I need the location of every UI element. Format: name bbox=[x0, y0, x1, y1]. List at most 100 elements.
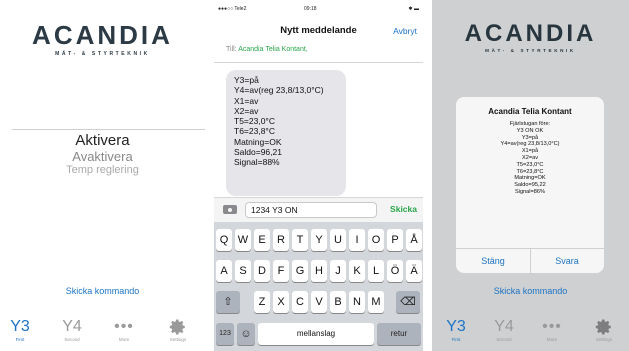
message-input[interactable]: 1234 Y3 ON bbox=[245, 202, 377, 218]
key-h[interactable]: H bbox=[311, 260, 327, 282]
key-k[interactable]: K bbox=[349, 260, 365, 282]
key-j[interactable]: J bbox=[330, 260, 346, 282]
gear-icon bbox=[595, 319, 611, 335]
more-dots-icon: ••• bbox=[114, 318, 134, 335]
tab-second[interactable]: Y4 Second bbox=[484, 318, 524, 344]
key-a-ring[interactable]: Å bbox=[406, 229, 422, 251]
bubble-line: X1=av bbox=[234, 95, 259, 106]
deactivate-button[interactable]: Avaktivera bbox=[0, 149, 205, 164]
tab-more[interactable]: ••• More bbox=[532, 318, 572, 344]
key-m[interactable]: M bbox=[368, 291, 384, 313]
sms-alert-dialog: Acandia Telia Kontant Fjärlstugan före: … bbox=[456, 97, 604, 273]
dialog-line: X1=på bbox=[521, 148, 539, 155]
tab-bar: Y3 First Y4 Second ••• More Settings bbox=[432, 318, 629, 351]
key-q[interactable]: Q bbox=[216, 229, 232, 251]
delete-key[interactable]: ⌫ bbox=[396, 291, 420, 313]
to-label: Till: bbox=[226, 46, 237, 53]
tab-second-title: Y4 bbox=[494, 318, 514, 335]
key-o-umlaut[interactable]: Ö bbox=[387, 260, 403, 282]
shift-key[interactable]: ⇧ bbox=[216, 291, 240, 313]
key-e[interactable]: E bbox=[254, 229, 270, 251]
divider bbox=[214, 62, 423, 63]
activate-button[interactable]: Aktivera bbox=[0, 132, 205, 149]
tab-second-title: Y4 bbox=[62, 318, 82, 335]
message-bubble: Y3=på Y4=av(reg 23,8/13,0°C) X1=av X2=av… bbox=[226, 70, 346, 196]
key-b[interactable]: B bbox=[330, 291, 346, 313]
key-u[interactable]: U bbox=[330, 229, 346, 251]
recipient-field[interactable]: Till: Acandia Telia Kontant, bbox=[226, 46, 308, 53]
key-c[interactable]: C bbox=[292, 291, 308, 313]
tab-more[interactable]: ••• More bbox=[104, 318, 144, 344]
tab-settings[interactable]: Settings bbox=[584, 318, 624, 344]
app-main-screen: ACANDIA MÄT- & STYRTEKNIK Aktivera Avakt… bbox=[0, 0, 205, 351]
key-i[interactable]: I bbox=[349, 229, 365, 251]
dialog-line: Matning=OK bbox=[514, 175, 546, 182]
key-r[interactable]: R bbox=[273, 229, 289, 251]
tab-first[interactable]: Y3 First bbox=[0, 318, 40, 344]
dialog-line: Y3 ON OK bbox=[516, 127, 544, 134]
logo-sub-text: MÄT- & STYRTEKNIK bbox=[485, 48, 576, 53]
bubble-line: Matning=OK bbox=[234, 136, 282, 147]
key-a[interactable]: A bbox=[216, 260, 232, 282]
send-command-link[interactable]: Skicka kommando bbox=[0, 286, 205, 296]
bubble-line: Saldo=96,21 bbox=[234, 147, 282, 158]
key-w[interactable]: W bbox=[235, 229, 251, 251]
status-time: 09:18 bbox=[304, 6, 317, 12]
close-button[interactable]: Stäng bbox=[456, 249, 530, 273]
bubble-line: Y4=av(reg 23,8/13,0°C) bbox=[234, 85, 324, 96]
bubble-line: T5=23,0°C bbox=[234, 116, 275, 127]
numbers-key[interactable]: 123 bbox=[216, 323, 234, 345]
tab-first-label: First bbox=[15, 337, 25, 342]
key-v[interactable]: V bbox=[311, 291, 327, 313]
bubble-line: Signal=88% bbox=[234, 157, 280, 168]
key-p[interactable]: P bbox=[387, 229, 403, 251]
status-carrier: ●●●○○ Tele2 bbox=[218, 6, 247, 12]
bubble-line: T6=23,8°C bbox=[234, 126, 275, 137]
emoji-icon[interactable]: ☺ bbox=[237, 323, 255, 345]
cancel-button[interactable]: Avbryt bbox=[393, 26, 417, 36]
tab-more-label: More bbox=[546, 337, 558, 342]
key-o[interactable]: O bbox=[368, 229, 384, 251]
dialog-message: Fjärlstugan före: Y3 ON OK Y3=på Y4=av(r… bbox=[456, 121, 604, 196]
dialog-line: Signal=86% bbox=[514, 188, 545, 195]
temp-regulation-button[interactable]: Temp reglering bbox=[0, 164, 205, 176]
space-key[interactable]: mellanslag bbox=[258, 323, 374, 345]
acandia-logo: ACANDIA MÄT- & STYRTEKNIK bbox=[0, 20, 205, 57]
tab-more-label: More bbox=[118, 337, 130, 342]
message-composer: 1234 Y3 ON Skicka bbox=[214, 197, 423, 222]
logo-main-text: ACANDIA bbox=[464, 20, 597, 47]
tab-settings[interactable]: Settings bbox=[158, 318, 198, 344]
dialog-title: Acandia Telia Kontant bbox=[488, 107, 572, 116]
more-dots-icon: ••• bbox=[542, 318, 562, 335]
camera-icon[interactable] bbox=[223, 203, 237, 214]
status-battery: ✱ ▬ bbox=[408, 6, 419, 12]
key-x[interactable]: X bbox=[273, 291, 289, 313]
key-l[interactable]: L bbox=[368, 260, 384, 282]
dialog-buttons: Stäng Svara bbox=[456, 248, 604, 273]
keyboard: Q W E R T Y U I O P Å A S D F G H J K L … bbox=[214, 222, 423, 351]
tab-second-label: Second bbox=[64, 337, 80, 342]
send-button[interactable]: Skicka bbox=[390, 204, 417, 214]
tab-second[interactable]: Y4 Second bbox=[52, 318, 92, 344]
send-command-link[interactable]: Skicka kommando bbox=[432, 286, 629, 296]
dialog-line: X2=av bbox=[521, 154, 539, 161]
tab-first-title: Y3 bbox=[446, 318, 466, 335]
return-key[interactable]: retur bbox=[377, 323, 421, 345]
nav-bar: Nytt meddelande Avbryt bbox=[214, 20, 423, 42]
key-a-umlaut[interactable]: Ä bbox=[406, 260, 422, 282]
key-g[interactable]: G bbox=[292, 260, 308, 282]
tab-settings-label: Settings bbox=[169, 337, 187, 342]
tab-first[interactable]: Y3 First bbox=[436, 318, 476, 344]
key-z[interactable]: Z bbox=[254, 291, 270, 313]
key-n[interactable]: N bbox=[349, 291, 365, 313]
key-t[interactable]: T bbox=[292, 229, 308, 251]
tab-first-title: Y3 bbox=[10, 318, 30, 335]
key-f[interactable]: F bbox=[273, 260, 289, 282]
logo-main-text: ACANDIA bbox=[32, 20, 173, 50]
key-d[interactable]: D bbox=[254, 260, 270, 282]
reply-button[interactable]: Svara bbox=[530, 249, 604, 273]
key-s[interactable]: S bbox=[235, 260, 251, 282]
recipient-name[interactable]: Acandia Telia Kontant, bbox=[238, 46, 308, 53]
dialog-line: Y3=på bbox=[521, 134, 539, 141]
key-y[interactable]: Y bbox=[311, 229, 327, 251]
